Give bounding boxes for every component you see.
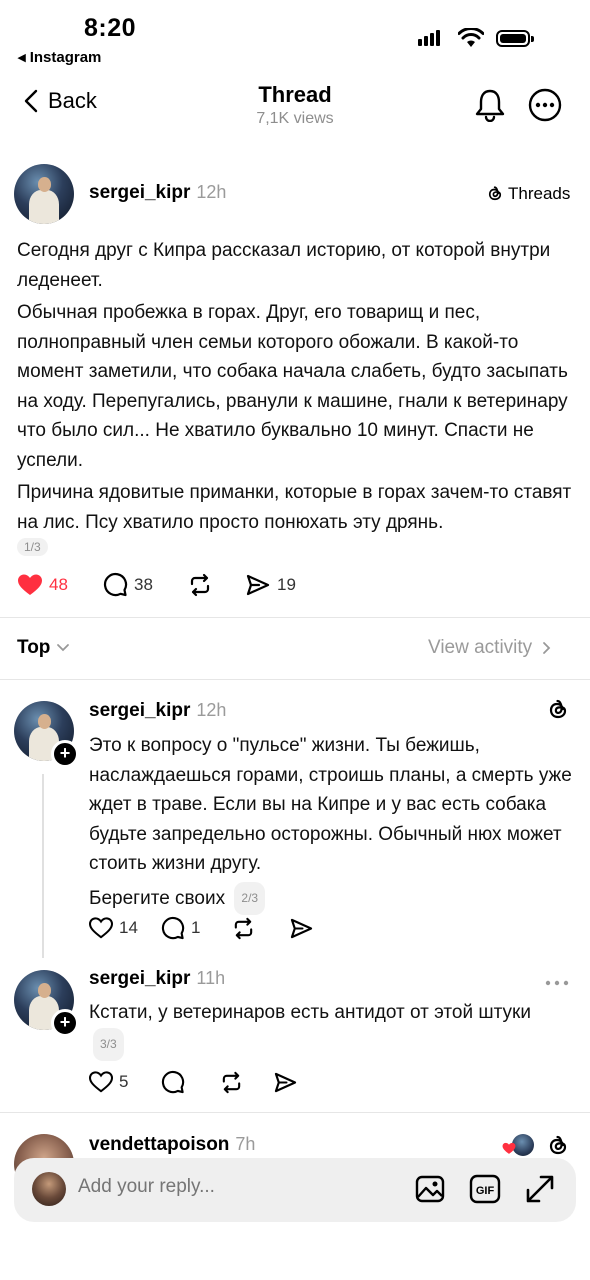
post-paragraph: Сегодня друг с Кипра рассказал историю, … [17, 240, 551, 291]
repost-icon [234, 917, 253, 939]
post-paragraph: Причина ядовитые приманки, которые в гор… [17, 482, 572, 533]
chevron-right-icon [543, 642, 551, 654]
follow-plus-icon[interactable]: + [51, 1009, 79, 1037]
comment-count: 38 [134, 574, 153, 594]
reply-username[interactable]: sergei_kipr [89, 968, 190, 989]
comment-button[interactable] [161, 1070, 219, 1094]
like-count: 5 [119, 1072, 129, 1091]
reply-time: 11h [196, 968, 226, 988]
comment-icon [161, 916, 185, 940]
threads-source-label: Threads [508, 184, 571, 203]
divider [0, 617, 590, 618]
comment-icon [103, 573, 128, 597]
like-button[interactable]: 14 [89, 917, 161, 939]
gif-icon[interactable]: GIF [469, 1173, 501, 1210]
reply-page-indicator: 3/3 [93, 1027, 124, 1061]
sort-dropdown[interactable]: Top [17, 637, 70, 659]
like-button[interactable]: 5 [89, 1071, 161, 1093]
repost-button[interactable] [219, 1071, 273, 1094]
threads-source-link[interactable]: Threads [486, 184, 570, 204]
notifications-bell-icon[interactable] [474, 88, 506, 127]
reply-time: 7h [235, 1134, 256, 1154]
more-options-icon[interactable] [528, 88, 562, 127]
current-user-avatar [32, 1172, 66, 1206]
reply-time: 12h [196, 700, 227, 720]
comment-icon [161, 1070, 185, 1094]
back-to-app-link[interactable]: ◂ Instagram [18, 48, 101, 66]
repost-button[interactable] [187, 573, 245, 597]
repost-icon [222, 1071, 241, 1093]
post-body: Сегодня друг с Кипра рассказал историю, … [17, 236, 577, 540]
comment-button[interactable]: 1 [161, 916, 231, 940]
divider [0, 1112, 590, 1113]
view-activity-label: View activity [428, 637, 533, 658]
like-button[interactable]: 48 [17, 573, 103, 597]
post-author-line: sergei_kipr 12h [89, 182, 226, 204]
reply-composer: GIF [14, 1158, 576, 1222]
thread-line [42, 774, 44, 958]
expand-icon[interactable] [524, 1173, 556, 1210]
reply-body: Это к вопросу о "пульсе" жизни. Ты бежиш… [89, 731, 577, 918]
image-attach-icon[interactable] [414, 1173, 446, 1210]
share-count: 19 [277, 574, 296, 594]
post-page-indicator: 1/3 [17, 538, 48, 556]
threads-logo-icon[interactable] [546, 698, 570, 727]
reply-author-line: sergei_kipr 12h [89, 700, 226, 722]
share-button[interactable] [289, 917, 314, 940]
repost-button[interactable] [231, 917, 289, 940]
post-time: 12h [196, 182, 227, 202]
reply-text-2: Берегите своих [89, 887, 226, 909]
chevron-down-icon [57, 644, 70, 652]
battery-icon [496, 30, 534, 47]
post-actions: 48 38 19 [17, 572, 417, 597]
reply-text: Кстати, у ветеринаров есть антидот от эт… [89, 1002, 531, 1023]
reply-text-line: Кстати, у ветеринаров есть антидот от эт… [89, 998, 559, 1061]
reply-username[interactable]: vendettapoison [89, 1134, 229, 1155]
reply-page-indicator: 2/3 [234, 881, 266, 915]
sort-label: Top [17, 637, 51, 658]
more-horizontal-icon[interactable] [544, 974, 570, 992]
reply-actions: 14 1 [89, 916, 314, 940]
reply-body: Кстати, у ветеринаров есть антидот от эт… [89, 998, 559, 1064]
divider [0, 679, 590, 680]
post-author-avatar[interactable] [14, 164, 74, 224]
reply-text-line: Берегите своих 2/3 [89, 881, 577, 915]
share-button[interactable] [273, 1071, 298, 1094]
view-activity-link[interactable]: View activity [428, 637, 551, 659]
cellular-signal-icon [418, 30, 440, 46]
heart-icon [89, 1071, 113, 1093]
wifi-icon [457, 27, 485, 53]
repost-icon [190, 573, 210, 596]
share-button[interactable]: 19 [245, 573, 296, 597]
follow-plus-icon[interactable]: + [51, 740, 79, 768]
reply-username[interactable]: sergei_kipr [89, 700, 190, 721]
svg-text:GIF: GIF [476, 1185, 495, 1197]
reply-author-line: sergei_kipr 11h [89, 968, 225, 990]
post-paragraph: Обычная пробежка в горах. Друг, его това… [17, 302, 568, 471]
heart-icon [89, 917, 113, 939]
reply-author-line: vendettapoison 7h [89, 1134, 255, 1156]
post-username[interactable]: sergei_kipr [89, 182, 190, 203]
heart-filled-icon [18, 574, 42, 595]
send-icon [246, 574, 270, 595]
reply-text: Это к вопросу о "пульсе" жизни. Ты бежиш… [89, 735, 572, 874]
like-count: 14 [119, 918, 138, 937]
status-time: 8:20 [84, 14, 137, 42]
comment-count: 1 [191, 918, 201, 937]
like-count: 48 [49, 574, 68, 594]
send-icon [290, 918, 313, 938]
reply-actions: 5 [89, 1070, 298, 1094]
threads-logo-icon [488, 186, 502, 201]
send-icon [274, 1072, 297, 1092]
reply-input[interactable] [78, 1176, 378, 1198]
comment-button[interactable]: 38 [103, 572, 187, 597]
